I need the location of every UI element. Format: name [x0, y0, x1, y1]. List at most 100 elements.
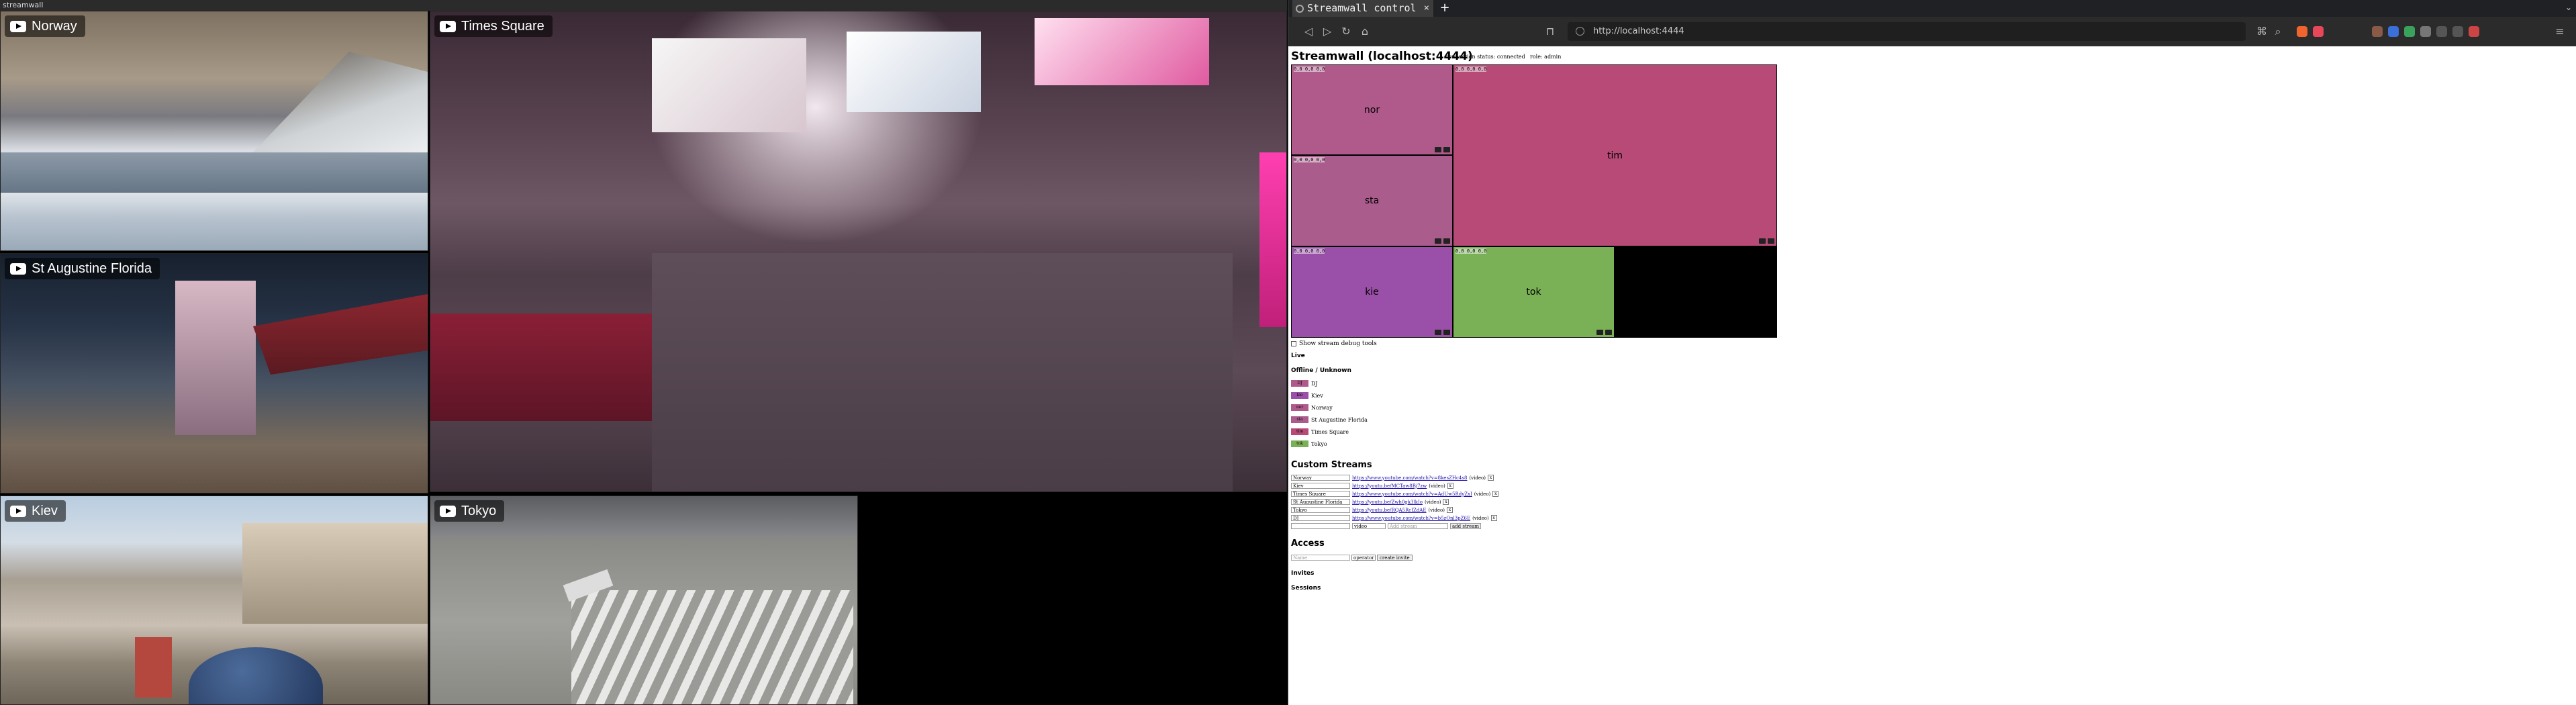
tab-streamwall-control[interactable]: Streamwall control × — [1292, 0, 1433, 17]
custom-stream-row: Times Square https://www.youtube.com/wat… — [1291, 490, 1499, 498]
new-stream-url-input[interactable]: Add stream — [1388, 523, 1448, 529]
swap-icon[interactable] — [1435, 330, 1441, 335]
new-tab-button[interactable]: + — [1437, 0, 1452, 17]
new-stream-kind-select[interactable]: video — [1352, 523, 1386, 529]
debug-checkbox[interactable] — [1291, 341, 1296, 346]
stream-chip[interactable]: sta — [1291, 416, 1308, 423]
swap-icon[interactable] — [1435, 147, 1441, 152]
stream-name: Kiev — [1311, 392, 1323, 399]
custom-stream-url-link[interactable]: https://www.youtube.com/watch?v=b5zOnl3p… — [1352, 516, 1470, 521]
mute-icon[interactable] — [1605, 330, 1612, 335]
grid-cell-sta[interactable]: 0,0 0,0 0,0 sta — [1291, 155, 1453, 246]
custom-stream-name-input[interactable]: Kiev — [1291, 483, 1350, 489]
home-icon[interactable]: ⌂ — [1358, 25, 1372, 38]
stream-chip[interactable]: kie — [1291, 392, 1308, 399]
invite-name-input[interactable]: Name — [1291, 555, 1350, 561]
custom-stream-name-input[interactable]: St Augustine Florida — [1291, 499, 1350, 505]
site-info-icon[interactable] — [1576, 27, 1584, 36]
stream-row[interactable]: tok Tokyo — [1291, 440, 1327, 447]
stream-tile-tokyo[interactable]: Tokyo — [430, 496, 858, 705]
custom-stream-kind: (video) — [1472, 515, 1489, 521]
custom-stream-url-link[interactable]: https://www.youtube.com/watch?v=8kesZHc4… — [1352, 475, 1467, 481]
back-icon[interactable]: ◁ — [1302, 25, 1315, 38]
custom-stream-row: Kiev https://youtu.be/MCTaw8Bj7zw (video… — [1291, 482, 1453, 489]
cell-coords: 0,0 0,0 0,0 — [1456, 66, 1487, 72]
youtube-icon — [10, 263, 26, 275]
playlist-icon[interactable] — [2436, 26, 2447, 37]
menu-icon[interactable]: ≡ — [2553, 25, 2567, 38]
cell-coords: 0,0 0,0 0,0 — [1456, 248, 1487, 254]
stream-chip[interactable]: tim — [1291, 428, 1308, 435]
forward-icon[interactable]: ▷ — [1321, 25, 1334, 38]
remove-icon[interactable]: x — [1446, 507, 1453, 513]
remove-icon[interactable]: x — [1490, 515, 1497, 521]
custom-stream-url-link[interactable]: https://youtu.be/Zwh0gk3lkIo — [1352, 500, 1423, 505]
grid-cell-nor[interactable]: 0,0 0,0 0,0 nor — [1291, 64, 1453, 155]
bookmark-icon[interactable]: ⊓ — [1543, 25, 1557, 38]
stream-chip[interactable]: tok — [1291, 440, 1308, 447]
stream-label-text: Kiev — [32, 504, 58, 518]
puzzle-icon[interactable] — [2420, 26, 2431, 37]
remove-icon[interactable]: x — [1487, 475, 1494, 481]
stream-label: Norway — [5, 15, 85, 37]
custom-stream-kind: (video) — [1469, 475, 1486, 481]
create-invite-button[interactable]: create invite — [1377, 555, 1413, 561]
custom-stream-name-input[interactable]: Norway — [1291, 475, 1350, 481]
stream-tile-kiev[interactable]: Kiev — [0, 496, 428, 705]
custom-stream-url-link[interactable]: https://youtu.be/RQA5RcIZdAE — [1352, 508, 1426, 513]
cell-coords: 0,0 0,0 0,0 — [1294, 157, 1325, 162]
zoom-icon[interactable]: ⌕ — [2271, 25, 2285, 38]
mute-icon[interactable] — [1443, 147, 1450, 152]
swap-icon[interactable] — [1435, 238, 1441, 244]
qr-code-icon[interactable]: ⌘ — [2255, 25, 2269, 38]
stream-tile-times-square[interactable]: Times Square — [430, 11, 1287, 492]
stream-tile-st-augustine[interactable]: St Augustine Florida — [0, 253, 428, 493]
custom-stream-url-link[interactable]: https://youtu.be/MCTaw8Bj7zw — [1352, 483, 1427, 489]
stream-chip[interactable]: DJ — [1291, 380, 1308, 387]
stream-row[interactable]: sta St Augustine Florida — [1291, 416, 1368, 423]
invite-role-select[interactable]: operator — [1351, 555, 1376, 561]
custom-stream-url-link[interactable]: https://www.youtube.com/watch?v=AdUw5Rdy… — [1352, 491, 1472, 497]
stream-tile-norway[interactable]: Norway — [0, 11, 428, 251]
wallet-icon[interactable] — [2469, 26, 2479, 37]
debug-tools-toggle[interactable]: Show stream debug tools — [1291, 340, 1377, 347]
swap-icon[interactable] — [1596, 330, 1603, 335]
remove-icon[interactable]: x — [1492, 491, 1499, 497]
mute-icon[interactable] — [1443, 238, 1450, 244]
custom-stream-row: Tokyo https://youtu.be/RQA5RcIZdAE (vide… — [1291, 506, 1453, 514]
grid-cell-kie[interactable]: 0,0 0,0 0,0 kie — [1291, 246, 1453, 338]
layout-grid[interactable]: 0,0 0,0 0,0 nor 0,0 0,0 0,0 tim 0,0 0,0 … — [1291, 64, 1777, 338]
add-stream-button[interactable]: add stream — [1450, 523, 1481, 529]
custom-stream-name-input[interactable]: DJ — [1291, 515, 1350, 521]
grid-cell-tok[interactable]: 0,0 0,0 0,0 tok — [1453, 246, 1615, 338]
stream-chip[interactable]: nor — [1291, 404, 1308, 411]
browser-window: Streamwall control × + ⌄ ◁ ▷ ↻ ⌂ ⊓ http:… — [1288, 0, 2576, 705]
address-bar[interactable]: http://localhost:4444 — [1568, 22, 2246, 41]
remove-icon[interactable]: x — [1447, 483, 1453, 489]
tab-title: Streamwall control — [1307, 2, 1417, 14]
brave-shield-icon[interactable] — [2297, 26, 2307, 37]
chevron-down-icon[interactable]: ⌄ — [2565, 3, 2572, 12]
extension-icon[interactable] — [2372, 26, 2383, 37]
custom-streams-heading: Custom Streams — [1291, 460, 1372, 470]
remove-icon[interactable]: x — [1443, 499, 1449, 505]
video-feed — [1, 496, 428, 704]
mute-icon[interactable] — [1443, 330, 1450, 335]
reload-icon[interactable]: ↻ — [1339, 25, 1353, 38]
stream-row[interactable]: DJ DJ — [1291, 380, 1318, 387]
tab-close-icon[interactable]: × — [1424, 0, 1429, 17]
stream-row[interactable]: kie Kiev — [1291, 392, 1323, 399]
grid-cell-tim[interactable]: 0,0 0,0 0,0 tim — [1453, 64, 1777, 246]
translate-icon[interactable] — [2388, 26, 2399, 37]
swap-icon[interactable] — [1759, 238, 1766, 244]
stream-row[interactable]: nor Norway — [1291, 404, 1333, 411]
brave-rewards-icon[interactable] — [2313, 26, 2324, 37]
custom-stream-name-input[interactable]: Times Square — [1291, 491, 1350, 497]
stream-row[interactable]: tim Times Square — [1291, 428, 1349, 435]
new-stream-name-input[interactable] — [1291, 523, 1350, 529]
mute-icon[interactable] — [1768, 238, 1774, 244]
sidebar-icon[interactable] — [2452, 26, 2463, 37]
extension-icon[interactable] — [2404, 26, 2415, 37]
custom-stream-name-input[interactable]: Tokyo — [1291, 507, 1350, 513]
stream-label-text: Tokyo — [461, 504, 497, 518]
